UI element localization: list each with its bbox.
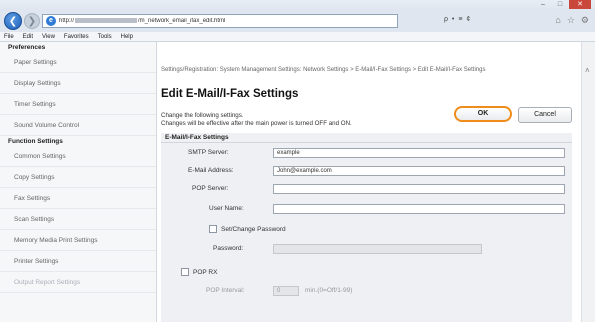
menu-help[interactable]: Help (121, 32, 133, 41)
notice-text: Change the following settings. Changes w… (161, 112, 352, 127)
url-redacted (75, 17, 138, 23)
sidebar-item-scan-settings[interactable]: Scan Settings (0, 209, 156, 230)
sidebar-item-paper-settings[interactable]: Paper Settings (0, 52, 156, 73)
address-bar[interactable]: e http:// /m_network_email_ifax_edit.html (42, 14, 398, 28)
favorites-star-icon[interactable]: ☆ (567, 15, 575, 26)
pop-rx-label: POP RX (193, 269, 218, 276)
panel-title: E-Mail/I-Fax Settings (161, 133, 572, 143)
sidebar-item-display-settings[interactable]: Display Settings (0, 73, 156, 94)
email-ifax-settings-panel: E-Mail/I-Fax Settings SMTP Server: examp… (161, 133, 572, 322)
minimize-icon[interactable]: – (535, 0, 551, 9)
menu-edit[interactable]: Edit (23, 32, 33, 41)
notice-line-1: Change the following settings. (161, 112, 244, 119)
email-address-label: E-Mail Address: (188, 167, 234, 174)
menu-view[interactable]: View (42, 32, 55, 41)
pop-interval-input[interactable]: 0 (273, 286, 299, 296)
ok-button[interactable]: OK (454, 106, 512, 122)
url-text: http:// /m_network_email_ifax_edit.html (59, 17, 226, 25)
menu-bar: File Edit View Favorites Tools Help (0, 32, 595, 42)
pop-server-input[interactable] (273, 184, 565, 194)
password-label: Password: (213, 245, 244, 252)
smtp-server-input[interactable]: example (273, 148, 565, 158)
email-address-input[interactable]: John@example.com (273, 166, 565, 176)
menu-file[interactable]: File (4, 32, 14, 41)
maximize-icon[interactable]: □ (552, 0, 568, 9)
url-prefix: http:// (59, 18, 75, 25)
window-controls: – □ ✕ (535, 0, 591, 9)
vertical-scrollbar[interactable]: ˄ (581, 42, 595, 322)
password-row: Password: (161, 244, 572, 255)
menu-favorites[interactable]: Favorites (64, 32, 89, 41)
menu-tools[interactable]: Tools (98, 32, 112, 41)
window-titlebar: – □ ✕ (0, 0, 595, 10)
sidebar: Preferences Paper Settings Display Setti… (0, 42, 157, 322)
smtp-server-row: SMTP Server: example (161, 148, 572, 159)
main-content: Settings/Registration: System Management… (158, 42, 581, 322)
sidebar-item-timer-settings[interactable]: Timer Settings (0, 94, 156, 115)
sidebar-item-memory-media-print-settings[interactable]: Memory Media Print Settings (0, 230, 156, 251)
set-change-password-label: Set/Change Password (221, 226, 286, 233)
sidebar-section-function-settings: Function Settings (8, 138, 63, 145)
cancel-button[interactable]: Cancel (518, 107, 572, 123)
set-change-password-checkbox[interactable] (209, 225, 217, 233)
navigation-bar: ❮ ❯ e http:// /m_network_email_ifax_edit.… (0, 10, 595, 32)
ie-icon: e (46, 16, 56, 26)
pop-rx-row: POP RX (161, 268, 572, 279)
settings-gear-icon[interactable]: ⚙ (581, 15, 589, 26)
sidebar-item-common-settings[interactable]: Common Settings (0, 146, 156, 167)
sidebar-item-output-report-settings[interactable]: Output Report Settings (0, 272, 156, 293)
url-suffix: /m_network_email_ifax_edit.html (138, 18, 226, 25)
sidebar-item-sound-volume-control[interactable]: Sound Volume Control (0, 115, 156, 136)
pop-interval-row: POP Interval: 0 min.(0=Off/1-99) (161, 286, 572, 297)
user-name-label: User Name: (209, 205, 244, 212)
pop-interval-unit: min.(0=Off/1-99) (305, 287, 353, 294)
pop-interval-label: POP Interval: (206, 287, 245, 294)
sidebar-item-copy-settings[interactable]: Copy Settings (0, 167, 156, 188)
scroll-up-icon[interactable]: ˄ (585, 66, 590, 75)
pop-rx-checkbox[interactable] (181, 268, 189, 276)
password-input[interactable] (273, 244, 482, 254)
close-icon[interactable]: ✕ (569, 0, 591, 9)
notice-line-2: Changes will be effective after the main… (161, 119, 352, 127)
pop-server-label: POP Server: (192, 185, 229, 192)
breadcrumb: Settings/Registration: System Management… (161, 67, 486, 73)
page-title: Edit E-Mail/I-Fax Settings (161, 88, 299, 100)
user-name-input[interactable] (273, 204, 565, 214)
sidebar-section-preferences: Preferences (8, 44, 46, 51)
browser-tools: ⌂ ☆ ⚙ (555, 15, 589, 26)
sidebar-item-fax-settings[interactable]: Fax Settings (0, 188, 156, 209)
user-name-row: User Name: (161, 204, 572, 215)
pop-server-row: POP Server: (161, 184, 572, 195)
set-change-password-row: Set/Change Password (161, 225, 572, 236)
back-button[interactable]: ❮ (4, 12, 22, 30)
sidebar-item-printer-settings[interactable]: Printer Settings (0, 251, 156, 272)
home-icon[interactable]: ⌂ (555, 15, 560, 26)
email-address-row: E-Mail Address: John@example.com (161, 166, 572, 177)
forward-button[interactable]: ❯ (24, 13, 40, 29)
smtp-server-label: SMTP Server: (188, 149, 229, 156)
address-tools[interactable]: ρ • ≡ ¢ (444, 16, 471, 23)
